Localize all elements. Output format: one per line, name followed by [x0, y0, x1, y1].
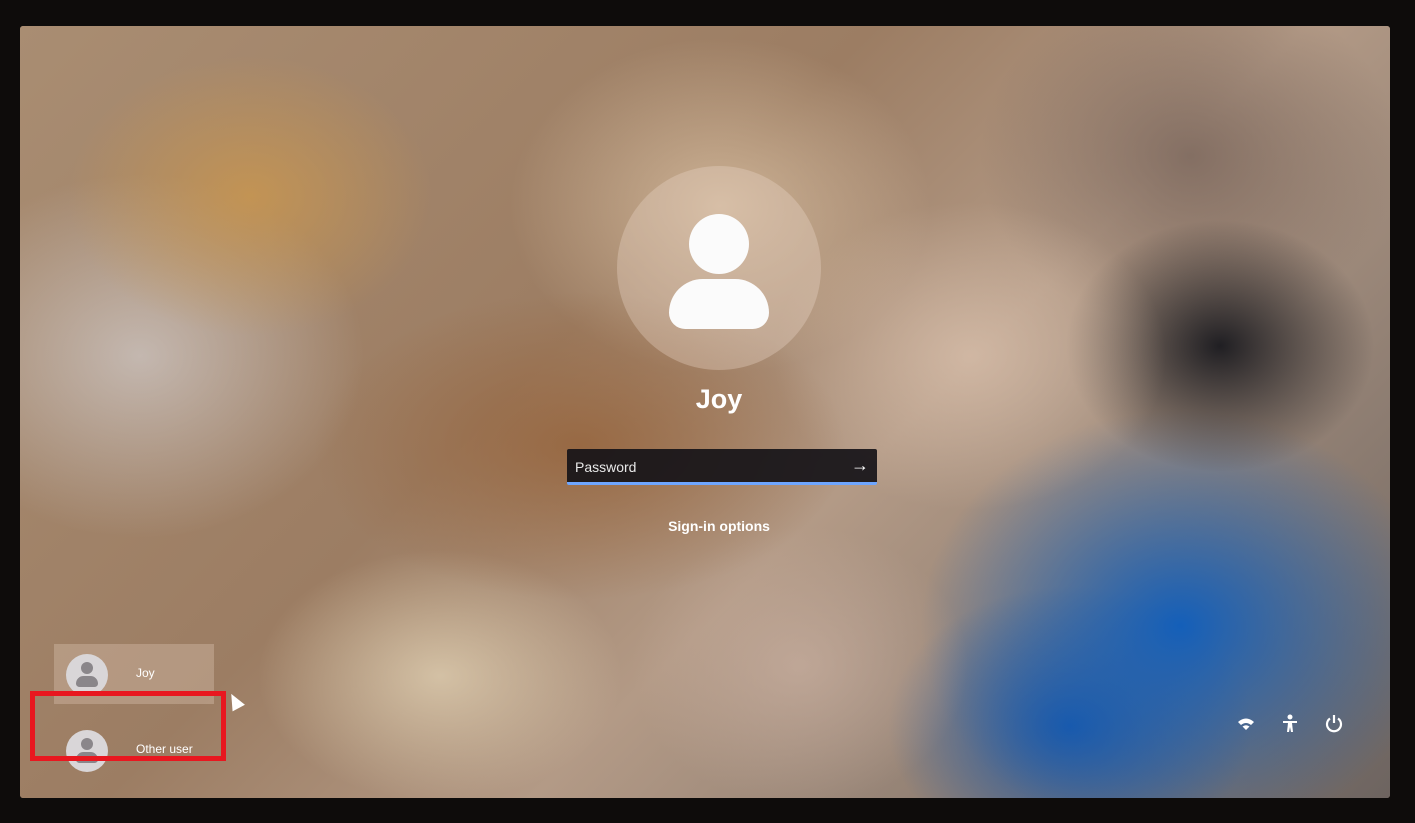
user-avatar-icon	[66, 654, 108, 696]
monitor-frame: Joy → Sign-in options Joy Other user	[0, 0, 1415, 823]
avatar-head	[689, 214, 749, 274]
system-tray	[1234, 712, 1354, 740]
power-icon[interactable]	[1322, 712, 1346, 736]
avatar-body	[669, 279, 769, 329]
lock-screen: Joy → Sign-in options Joy Other user	[20, 26, 1390, 798]
sign-in-options-link[interactable]: Sign-in options	[617, 518, 821, 534]
username-label: Joy	[695, 384, 743, 414]
submit-arrow-icon[interactable]: →	[847, 452, 873, 478]
password-field-container[interactable]: →	[567, 449, 877, 485]
highlight-annotation	[30, 691, 226, 761]
wifi-icon[interactable]	[1234, 712, 1258, 736]
user-tile-label: Joy	[136, 666, 155, 680]
user-avatar	[617, 166, 821, 370]
password-input[interactable]	[573, 449, 837, 484]
accessibility-icon[interactable]	[1278, 712, 1302, 736]
